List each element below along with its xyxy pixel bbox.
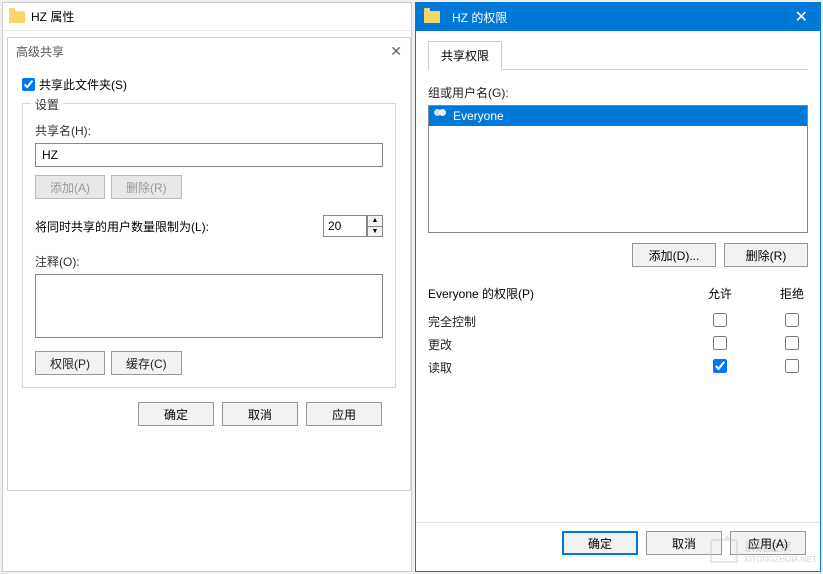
deny-checkbox[interactable] [785,336,799,350]
perm-row-full-control: 完全控制 [428,310,808,333]
add-user-button[interactable]: 添加(D)... [632,243,716,267]
tab-strip: 共享权限 [428,41,808,70]
add-share-button[interactable]: 添加(A) [35,175,105,199]
user-name: Everyone [453,109,504,123]
allow-checkbox[interactable] [713,313,727,327]
adv-body: 共享此文件夹(S) 设置 共享名(H): 添加(A) 删除(R) 将同时共享的用… [8,64,410,438]
remove-user-button[interactable]: 删除(R) [724,243,808,267]
folder-icon [9,11,25,23]
allow-col-label: 允许 [704,285,736,302]
perm-checks [704,336,808,353]
deny-checkbox[interactable] [785,359,799,373]
user-list-item[interactable]: Everyone [429,106,807,126]
permissions-header: Everyone 的权限(P) 允许 拒绝 [428,285,808,302]
close-icon[interactable]: ✕ [791,7,812,27]
perm-label: 读取 [428,359,452,376]
adv-titlebar: 高级共享 ✕ [8,38,410,64]
share-folder-label: 共享此文件夹(S) [39,76,127,93]
settings-groupbox-label: 设置 [31,96,63,113]
share-name-input[interactable] [35,143,383,167]
spinner-buttons: ▲ ▼ [367,215,383,237]
tab-share-permissions[interactable]: 共享权限 [428,41,502,70]
user-list[interactable]: Everyone [428,105,808,233]
settings-groupbox: 设置 共享名(H): 添加(A) 删除(R) 将同时共享的用户数量限制为(L):… [22,103,396,388]
deny-checkbox[interactable] [785,313,799,327]
deny-col-label: 拒绝 [776,285,808,302]
share-name-btn-row: 添加(A) 删除(R) [35,175,383,199]
cache-button[interactable]: 缓存(C) [111,351,182,375]
permissions-window: HZ 的权限 ✕ 共享权限 组或用户名(G): Everyone 添加(D)..… [415,2,821,572]
user-limit-spinner[interactable]: ▲ ▼ [323,215,383,237]
user-limit-label: 将同时共享的用户数量限制为(L): [35,218,209,235]
perm-label: 完全控制 [428,313,476,330]
adv-ok-button[interactable]: 确定 [138,402,214,426]
share-name-label: 共享名(H): [35,122,383,139]
adv-bottom-buttons: 确定 取消 应用 [22,392,396,426]
perm-titlebar: HZ 的权限 ✕ [416,3,820,31]
permissions-for-label: Everyone 的权限(P) [428,285,534,302]
perm-checks [704,313,808,330]
comment-textarea[interactable] [35,274,383,338]
properties-window: HZ 属性 高级共享 ✕ 共享此文件夹(S) 设置 共享名(H): 添加(A) … [2,2,412,572]
perm-ok-button[interactable]: 确定 [562,531,638,555]
adv-title: 高级共享 [16,43,64,60]
user-list-btn-row: 添加(D)... 删除(R) [428,243,808,267]
perm-cache-row: 权限(P) 缓存(C) [35,351,383,375]
perm-title-left: HZ 的权限 [424,9,507,26]
comment-label: 注释(O): [35,253,383,270]
advanced-sharing-dialog: 高级共享 ✕ 共享此文件夹(S) 设置 共享名(H): 添加(A) 删除(R) … [7,37,411,491]
properties-titlebar: HZ 属性 [3,3,411,31]
perm-row-read: 读取 [428,356,808,379]
allow-checkbox[interactable] [713,359,727,373]
adv-cancel-button[interactable]: 取消 [222,402,298,426]
share-folder-checkbox[interactable] [22,78,35,91]
share-folder-checkbox-row[interactable]: 共享此文件夹(S) [22,76,396,93]
perm-title: HZ 的权限 [452,9,507,26]
close-icon[interactable]: ✕ [390,43,402,60]
perm-body: 共享权限 组或用户名(G): Everyone 添加(D)... 删除(R) E… [416,31,820,389]
properties-title: HZ 属性 [31,8,74,25]
perm-label: 更改 [428,336,452,353]
perm-cancel-button[interactable]: 取消 [646,531,722,555]
remove-share-button[interactable]: 删除(R) [111,175,182,199]
users-icon [433,109,449,123]
user-limit-input[interactable] [323,215,367,237]
folder-icon [424,11,440,23]
perm-row-change: 更改 [428,333,808,356]
perm-apply-button[interactable]: 应用(A) [730,531,806,555]
groups-users-label: 组或用户名(G): [428,84,808,101]
permissions-header-cols: 允许 拒绝 [704,285,808,302]
perm-bottom-buttons: 确定 取消 应用(A) [416,522,820,563]
perm-checks [704,359,808,376]
user-limit-row: 将同时共享的用户数量限制为(L): ▲ ▼ [35,215,383,237]
allow-checkbox[interactable] [713,336,727,350]
spinner-up-icon[interactable]: ▲ [367,215,383,226]
adv-apply-button[interactable]: 应用 [306,402,382,426]
spinner-down-icon[interactable]: ▼ [367,226,383,237]
permissions-button[interactable]: 权限(P) [35,351,105,375]
